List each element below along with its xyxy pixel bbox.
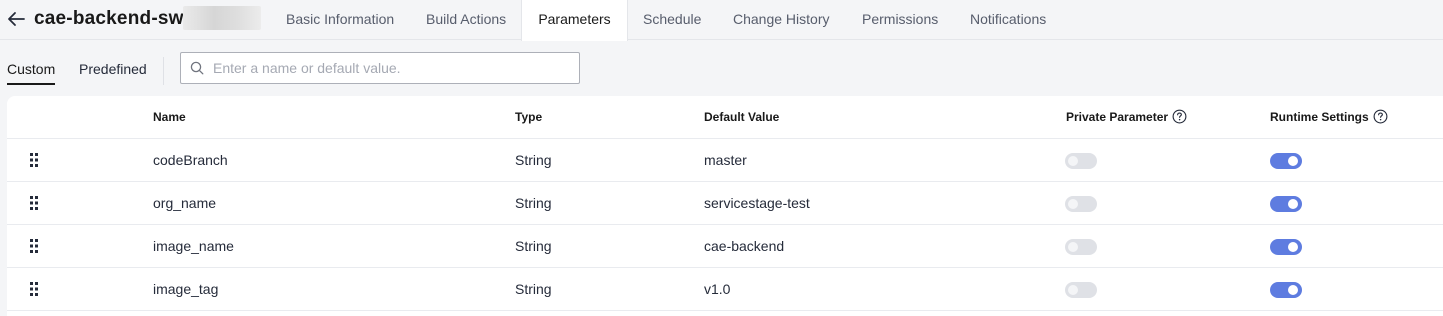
parameter-subbar: Custom Predefined — [0, 41, 1443, 96]
parameter-name: image_tag — [153, 281, 219, 297]
parameter-name: codeBranch — [153, 152, 228, 168]
table-row[interactable]: image_tag String v1.0 — [7, 268, 1443, 311]
runtime-settings-toggle[interactable] — [1270, 153, 1302, 169]
subtab-predefined[interactable]: Predefined — [79, 61, 147, 83]
help-icon[interactable] — [1172, 109, 1187, 124]
column-header-default-value: Default Value — [704, 110, 780, 124]
tab-schedule[interactable]: Schedule — [643, 0, 701, 40]
toggle-knob — [1068, 156, 1078, 166]
drag-handle-icon[interactable] — [29, 153, 39, 167]
tab-build-actions[interactable]: Build Actions — [426, 0, 506, 40]
parameter-type: String — [515, 195, 552, 211]
tab-parameters[interactable]: Parameters — [521, 0, 628, 41]
parameter-default-value: cae-backend — [704, 238, 785, 254]
tab-change-history[interactable]: Change History — [733, 0, 830, 40]
private-parameter-toggle[interactable] — [1065, 282, 1097, 298]
search-field[interactable] — [180, 52, 580, 84]
redacted-title-suffix — [183, 6, 261, 30]
toggle-knob — [1288, 156, 1298, 166]
toggle-knob — [1068, 285, 1078, 295]
toggle-knob — [1288, 242, 1298, 252]
drag-handle-icon[interactable] — [29, 282, 39, 296]
parameter-name: org_name — [153, 195, 217, 211]
table-row[interactable]: org_name String servicestage-test — [7, 182, 1443, 225]
tab-permissions[interactable]: Permissions — [862, 0, 938, 40]
parameter-name: image_name — [153, 238, 234, 254]
private-parameter-toggle[interactable] — [1065, 196, 1097, 212]
runtime-settings-toggle[interactable] — [1270, 239, 1302, 255]
parameter-default-value: v1.0 — [704, 281, 731, 297]
back-arrow-icon[interactable] — [6, 10, 26, 28]
help-icon[interactable] — [1373, 109, 1388, 124]
parameters-table: Name Type Default Value Private Paramete… — [7, 96, 1443, 316]
drag-handle-icon[interactable] — [29, 196, 39, 210]
parameter-default-value: servicestage-test — [704, 195, 810, 211]
toggle-knob — [1068, 242, 1078, 252]
toggle-knob — [1068, 199, 1078, 209]
table-row[interactable]: codeBranch String master — [7, 139, 1443, 182]
toggle-knob — [1288, 199, 1298, 209]
table-header-row: Name Type Default Value Private Paramete… — [7, 96, 1443, 139]
column-header-private-parameter: Private Parameter — [1066, 96, 1187, 139]
subbar-divider — [163, 57, 164, 85]
column-header-type: Type — [515, 110, 543, 124]
column-header-private-parameter-label: Private Parameter — [1066, 110, 1169, 124]
column-header-runtime-settings-label: Runtime Settings — [1270, 110, 1369, 124]
top-tab-bar: cae-backend-swr Basic Information Build … — [0, 0, 1443, 41]
toggle-knob — [1288, 285, 1298, 295]
pipeline-job-title: cae-backend-swr — [34, 8, 192, 29]
subtab-custom[interactable]: Custom — [7, 61, 56, 85]
parameter-type: String — [515, 152, 552, 168]
tab-notifications[interactable]: Notifications — [970, 0, 1046, 40]
parameter-default-value: master — [704, 152, 747, 168]
drag-handle-icon[interactable] — [29, 239, 39, 253]
column-header-name: Name — [153, 110, 186, 124]
parameter-type: String — [515, 238, 552, 254]
tab-basic-information[interactable]: Basic Information — [286, 0, 394, 40]
private-parameter-toggle[interactable] — [1065, 153, 1097, 169]
table-row[interactable]: image_name String cae-backend — [7, 225, 1443, 268]
private-parameter-toggle[interactable] — [1065, 239, 1097, 255]
search-icon — [190, 61, 204, 75]
search-input[interactable] — [213, 53, 573, 83]
column-header-runtime-settings: Runtime Settings — [1270, 96, 1388, 139]
runtime-settings-toggle[interactable] — [1270, 196, 1302, 212]
runtime-settings-toggle[interactable] — [1270, 282, 1302, 298]
parameter-type: String — [515, 281, 552, 297]
